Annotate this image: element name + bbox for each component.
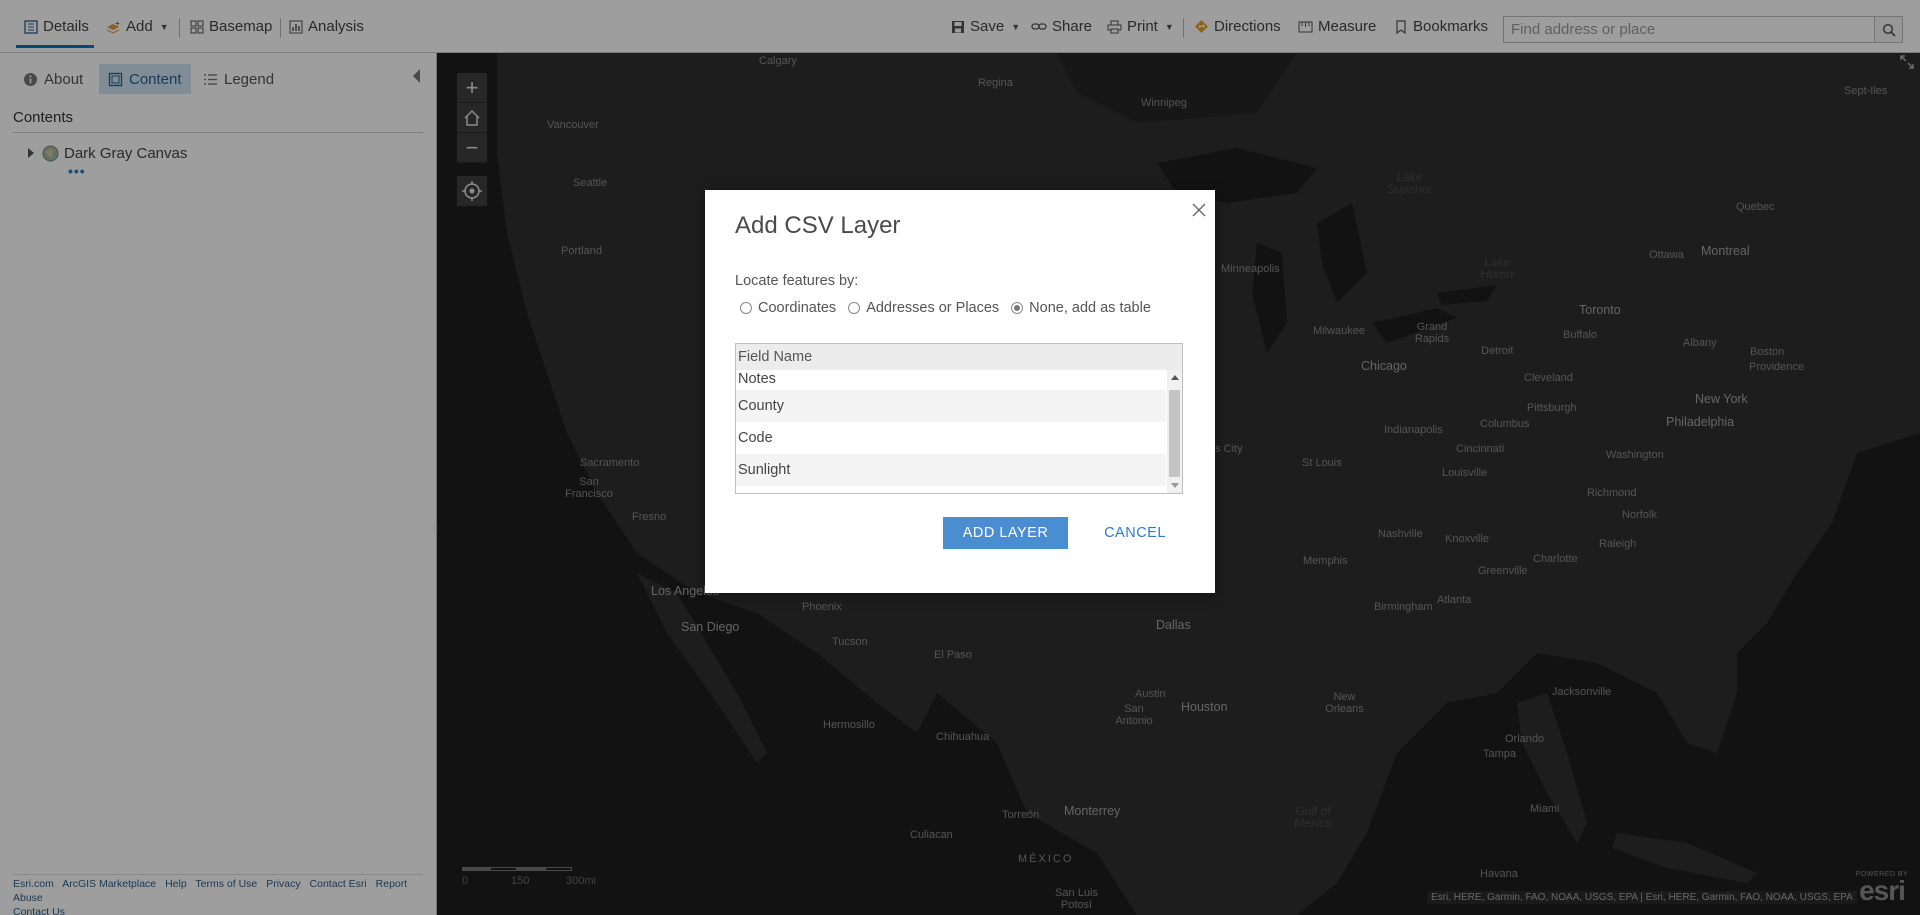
radio-coordinates[interactable]: Coordinates [740,300,836,316]
locate-features-label: Locate features by: [735,273,859,289]
radio-circle[interactable] [740,302,752,314]
radio-label: None, add as table [1029,300,1151,316]
table-row[interactable]: Sunlight [736,454,1166,486]
scroll-up-icon[interactable] [1171,375,1179,380]
radio-none-add-as-table[interactable]: None, add as table [1011,300,1151,316]
scroll-thumb[interactable] [1169,390,1180,477]
radio-circle[interactable] [848,302,861,314]
table-row[interactable]: County [736,390,1166,422]
radio-label: Coordinates [758,300,837,316]
add-csv-layer-dialog: Add CSV Layer Locate features by: Coordi… [705,190,1215,593]
close-icon [1192,203,1206,217]
field-name-table: Field Name Notes County Code Sunlight [735,343,1183,494]
scroll-down-icon[interactable] [1171,483,1179,488]
scrollbar[interactable] [1167,370,1182,493]
radio-circle-selected[interactable] [1011,302,1024,314]
table-body: Notes County Code Sunlight [736,370,1166,486]
radio-label: Addresses or Places [866,300,1000,316]
table-row[interactable]: Code [736,422,1166,454]
add-layer-button[interactable]: ADD LAYER [943,517,1068,549]
cancel-button[interactable]: CANCEL [1085,517,1185,549]
locate-options: Coordinates Addresses or Places None, ad… [740,298,1163,318]
close-button[interactable] [1189,200,1209,220]
table-header: Field Name [736,344,1182,370]
radio-addresses-or-places[interactable]: Addresses or Places [848,300,999,316]
table-row[interactable]: Notes [736,370,1166,390]
dialog-title: Add CSV Layer [735,212,901,239]
